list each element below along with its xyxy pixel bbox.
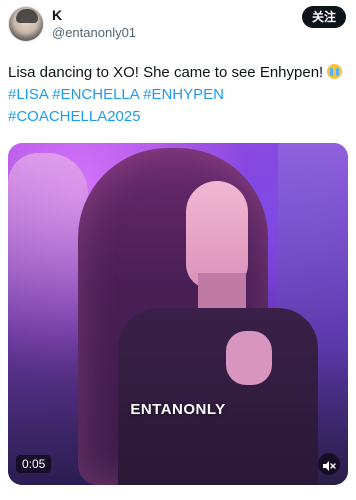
tweet-text-line-1: Lisa dancing to XO! She came to see Enhy…: [8, 62, 344, 84]
hashtag-coachella2025[interactable]: #COACHELLA2025: [8, 108, 141, 125]
crying-face-emoji-icon: [327, 64, 343, 79]
speaker-muted-icon: [323, 461, 336, 471]
author-handle[interactable]: @entanonly01: [52, 25, 136, 41]
video-player[interactable]: ENTANONLY 0:05: [8, 143, 348, 485]
tweet-text-line-3: #COACHELLA2025: [8, 106, 344, 128]
video-watermark: ENTANONLY: [130, 401, 226, 418]
tweet-body: Lisa dancing to XO! She came to see Enhy…: [8, 64, 324, 81]
follow-button[interactable]: 关注: [301, 6, 346, 28]
video-person-hand: [226, 331, 272, 385]
tweet-header: K @entanonly01 关注: [8, 6, 348, 42]
avatar[interactable]: [8, 6, 44, 42]
hashtag-enchella[interactable]: #ENCHELLA: [52, 86, 139, 103]
mute-button[interactable]: [318, 453, 340, 475]
video-timestamp: 0:05: [16, 455, 52, 473]
author-block: K @entanonly01: [52, 7, 136, 41]
hashtag-enhypen[interactable]: #ENHYPEN: [143, 86, 224, 103]
author-display-name[interactable]: K: [52, 7, 136, 23]
video-person-jacket: [118, 308, 318, 485]
video-crowd-left: [8, 153, 88, 485]
tweet-text-line-2: #LISA #ENCHELLA #ENHYPEN: [8, 84, 344, 106]
tweet-text: Lisa dancing to XO! She came to see Enhy…: [8, 62, 344, 128]
hashtag-lisa[interactable]: #LISA: [8, 86, 48, 103]
